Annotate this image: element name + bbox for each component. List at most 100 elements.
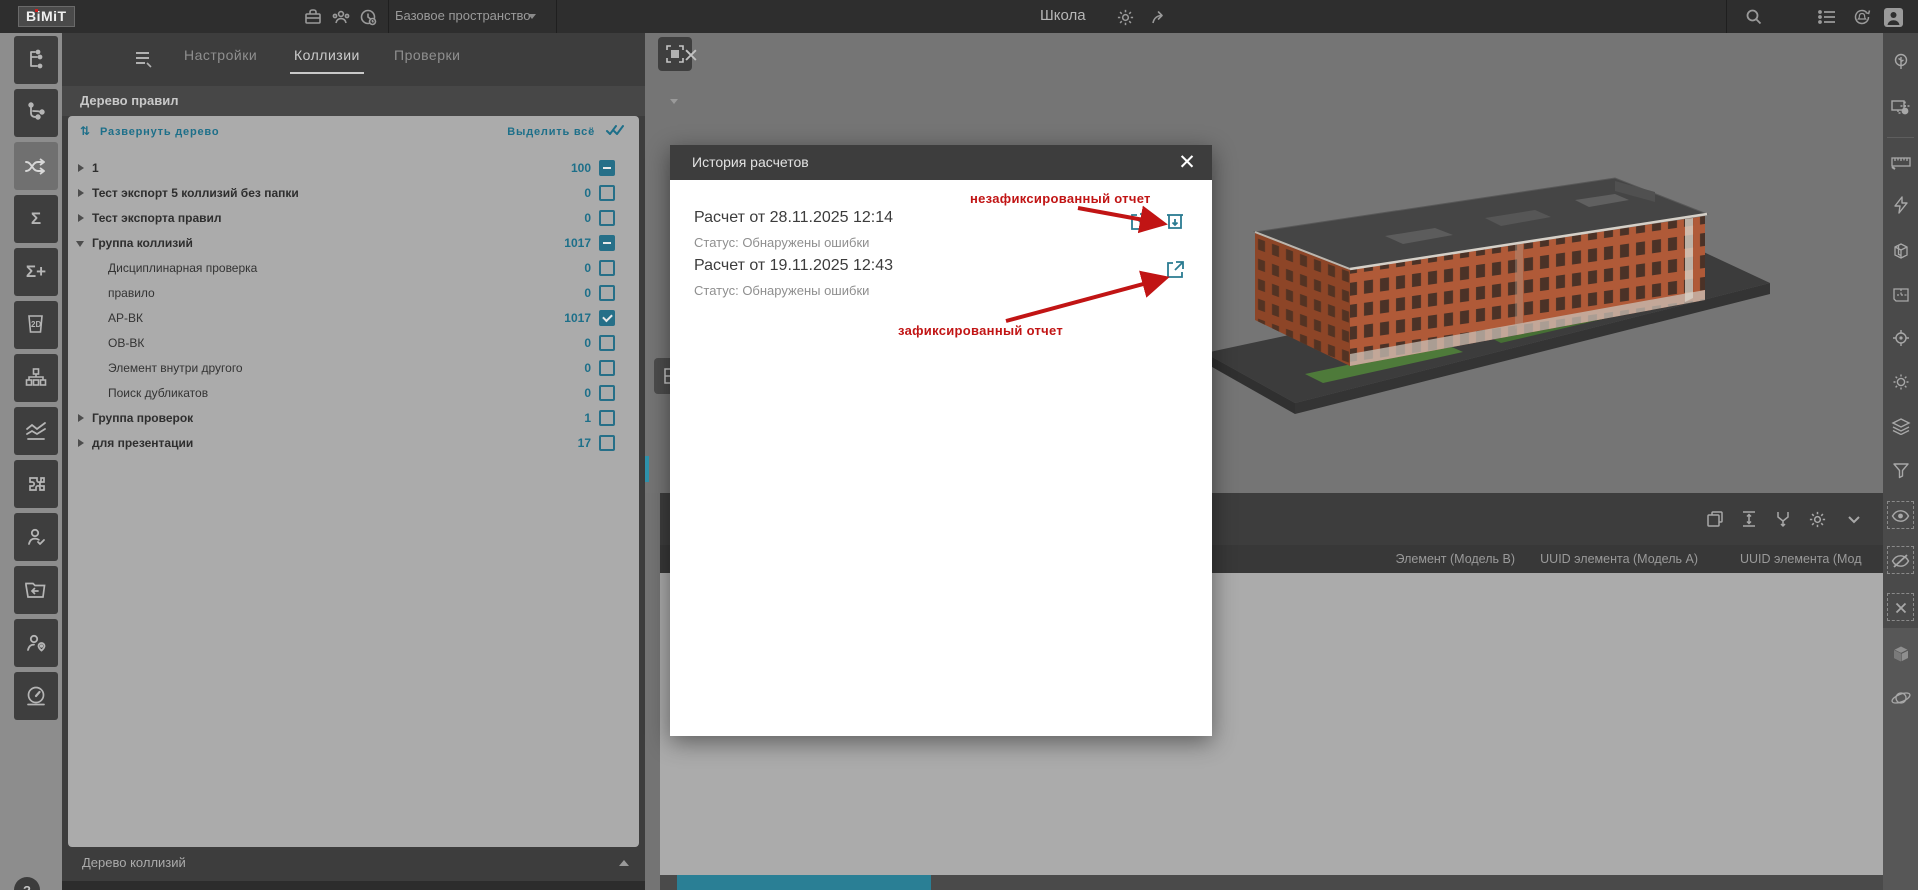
- row-checkbox[interactable]: [599, 210, 615, 226]
- dashboard-gauge-icon[interactable]: [14, 672, 58, 720]
- notifications-sync-icon[interactable]: [1850, 5, 1874, 29]
- section-box-icon[interactable]: [1883, 234, 1918, 268]
- person-pin-icon[interactable]: [14, 619, 58, 667]
- panel-resize-accent[interactable]: [645, 456, 649, 482]
- tree-row[interactable]: Элемент внутри другого0: [68, 356, 639, 381]
- orbit-icon[interactable]: [1883, 681, 1918, 715]
- hide-eye-off-icon[interactable]: [1883, 544, 1918, 578]
- sum-add-icon[interactable]: Σ+: [14, 248, 58, 296]
- tree-row[interactable]: для презентации17: [68, 431, 639, 456]
- expand-tree-link[interactable]: Развернуть дерево: [100, 126, 219, 138]
- column-uuid-b[interactable]: UUID элемента (Мод: [1740, 552, 1862, 566]
- tree-selector[interactable]: Дерево правил: [62, 86, 645, 116]
- tree-row[interactable]: правило0: [68, 281, 639, 306]
- column-element-b[interactable]: Элемент (Модель B): [1396, 552, 1515, 566]
- right-toolbar: [1883, 33, 1918, 890]
- workspace-select[interactable]: Базовое пространство: [395, 8, 531, 23]
- tree-row[interactable]: Группа коллизий1017: [68, 231, 639, 256]
- select-elements-icon[interactable]: [1883, 91, 1918, 125]
- model-tree-icon[interactable]: [14, 36, 58, 84]
- select-all-check-icon[interactable]: [605, 123, 625, 137]
- row-height-icon[interactable]: [1737, 507, 1761, 531]
- table-settings-gear-icon[interactable]: [1805, 507, 1829, 531]
- filter-icon[interactable]: [1883, 453, 1918, 487]
- briefcase-icon[interactable]: [301, 5, 325, 29]
- table-hscrollbar: [660, 875, 1883, 890]
- bimit-logo[interactable]: BiMiT: [18, 6, 75, 27]
- row-checkbox[interactable]: [599, 285, 615, 301]
- help-button[interactable]: ?: [14, 877, 40, 890]
- expand-collapse-icon[interactable]: ⇅: [80, 124, 90, 138]
- settings-gear-icon[interactable]: [1113, 5, 1137, 29]
- panel-menu-icon[interactable]: [134, 49, 156, 69]
- light-icon[interactable]: [1883, 365, 1918, 399]
- account-icon[interactable]: [1881, 5, 1905, 29]
- collision-tree-footer[interactable]: Дерево коллизий: [62, 847, 645, 881]
- open-report-icon[interactable]: [1128, 211, 1152, 235]
- sum-icon[interactable]: Σ: [14, 195, 58, 243]
- person-check-icon[interactable]: [14, 513, 58, 561]
- left-icon-rail: Σ Σ+ 2D ?: [0, 33, 62, 890]
- select-all-link[interactable]: Выделить всё: [507, 126, 595, 138]
- charts-icon[interactable]: [14, 407, 58, 455]
- tree-row[interactable]: Группа проверок1: [68, 406, 639, 431]
- table-hscroll-thumb[interactable]: [677, 875, 931, 890]
- show-eye-icon[interactable]: [1883, 499, 1918, 533]
- rules-panel: Настройки Коллизии Проверки ✕ Дерево пра…: [62, 33, 645, 890]
- row-checkbox[interactable]: [599, 235, 615, 251]
- tab-collisions[interactable]: Коллизии: [294, 47, 360, 63]
- annotation-unfixed-report: незафиксированный отчет: [970, 191, 1151, 206]
- copy-rows-icon[interactable]: [1703, 507, 1727, 531]
- export-folder-icon[interactable]: [14, 566, 58, 614]
- floorplan-icon[interactable]: [1883, 278, 1918, 312]
- tab-settings[interactable]: Настройки: [184, 47, 257, 63]
- modal-close-icon[interactable]: ✕: [1174, 150, 1200, 176]
- locate-icon[interactable]: [1883, 321, 1918, 355]
- row-checkbox[interactable]: [599, 160, 615, 176]
- layers-icon[interactable]: [1883, 409, 1918, 443]
- column-uuid-a[interactable]: UUID элемента (Модель A): [1540, 552, 1698, 566]
- collapse-chevron-icon[interactable]: [1842, 507, 1866, 531]
- tree-row[interactable]: 1100: [68, 156, 639, 181]
- model-cube-icon[interactable]: [1883, 637, 1918, 671]
- collisions-shuffle-icon[interactable]: [14, 142, 58, 190]
- row-checkbox[interactable]: [599, 410, 615, 426]
- modal-header: История расчетов ✕: [670, 145, 1212, 180]
- vegetation-icon[interactable]: [1883, 45, 1918, 79]
- row-checkbox[interactable]: [599, 310, 615, 326]
- tab-checks[interactable]: Проверки: [394, 47, 460, 63]
- structure-icon[interactable]: [14, 354, 58, 402]
- team-icon[interactable]: [329, 5, 353, 29]
- ruler-icon[interactable]: [1883, 145, 1918, 179]
- clash-flash-icon[interactable]: [1883, 188, 1918, 222]
- tree-row[interactable]: Тест экспорт 5 коллизий без папки0: [68, 181, 639, 206]
- row-checkbox[interactable]: [599, 185, 615, 201]
- svg-text:2D: 2D: [31, 320, 41, 329]
- row-checkbox[interactable]: [599, 435, 615, 451]
- tree-row[interactable]: Тест экспорта правил0: [68, 206, 639, 231]
- open-report-icon[interactable]: [1164, 259, 1188, 283]
- history-clock-icon[interactable]: [356, 5, 380, 29]
- clear-selection-icon[interactable]: [1883, 591, 1918, 625]
- dependencies-icon[interactable]: [14, 89, 58, 137]
- panel-close-icon[interactable]: ✕: [680, 46, 702, 68]
- tree-row[interactable]: Дисциплинарная проверка0: [68, 256, 639, 281]
- list-icon[interactable]: [1815, 5, 1839, 29]
- merge-columns-icon[interactable]: [1771, 507, 1795, 531]
- search-icon[interactable]: [1742, 5, 1766, 29]
- row-checkbox[interactable]: [599, 385, 615, 401]
- row-checkbox[interactable]: [599, 335, 615, 351]
- calc-entry-status: Статус: Обнаружены ошибки: [694, 235, 869, 250]
- tree-row[interactable]: ОВ-ВК0: [68, 331, 639, 356]
- annotation-fixed-report: зафиксированный отчет: [898, 323, 1063, 338]
- workspace-caret-icon[interactable]: [528, 14, 536, 19]
- tree-row[interactable]: АР-ВК1017: [68, 306, 639, 331]
- tree-row[interactable]: Поиск дубликатов0: [68, 381, 639, 406]
- sheet-2d-icon[interactable]: 2D: [14, 301, 58, 349]
- row-checkbox[interactable]: [599, 260, 615, 276]
- download-report-icon[interactable]: [1164, 211, 1188, 235]
- share-icon[interactable]: [1148, 5, 1172, 29]
- plugins-puzzle-icon[interactable]: [14, 460, 58, 508]
- rules-tree: ⇅ Развернуть дерево Выделить всё 1100 Те…: [68, 116, 639, 847]
- row-checkbox[interactable]: [599, 360, 615, 376]
